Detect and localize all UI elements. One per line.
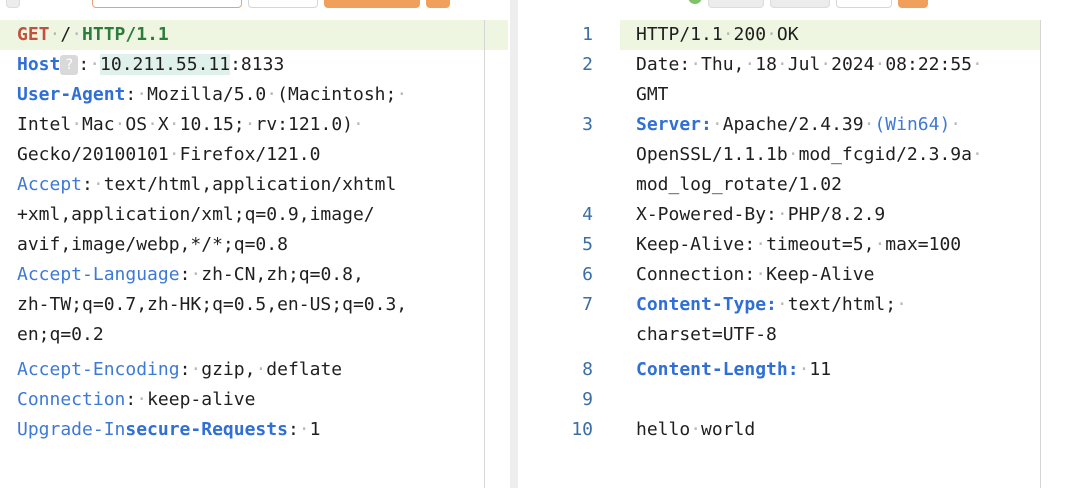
header-value: Apache/2.4.39· [722,114,875,135]
connection-line: Connection:·keep-alive [17,389,256,410]
line-number: 8 [582,359,593,380]
header-value: keep-alive [147,389,256,410]
toolbar-button[interactable] [770,0,830,8]
toolbar-button[interactable] [6,0,20,8]
header-value: 1 [309,419,321,440]
user-agent-line-cont: Intel·Mac·OS·X·10.15;·rv:121.0)· [17,114,364,135]
accept-encoding-line: Accept-Encoding:·gzip,·deflate [17,359,343,380]
accept-line: Accept:·text/html,application/xhtml [17,174,397,195]
date-line-cont: GMT [636,84,669,105]
header-value: gzip,·deflate [201,359,343,380]
accept-language-line-cont: en;q=0.2 [17,324,104,345]
status-icon [688,0,702,4]
line-number: 6 [582,264,593,285]
toolbar-button[interactable] [426,0,450,8]
accept-language-line: Accept-Language:·zh-CN,zh;q=0.8, [17,264,364,285]
toolbar-button[interactable] [92,0,242,8]
header-key-bold: secure-Requests [125,419,288,440]
response-toolbar [688,0,928,8]
response-viewer[interactable]: 1 2 3 4 5 6 7 8 9 10 HTTP/1.1·200·OK Dat… [518,0,1080,488]
request-editor[interactable]: GET·/·HTTP/1.1 Host?:·10.211.55.11:8133 … [0,0,510,488]
server-line-cont: mod_log_rotate/1.02 [636,174,842,195]
host-ip: 10.211.55.11 [100,54,231,75]
accept-language-line-cont: zh-TW;q=0.7,zh-HK;q=0.5,en-US;q=0.3, [17,294,408,315]
header-key: Content-Length: [636,359,799,380]
editor-scrollbar[interactable] [484,20,485,488]
header-key: Host [17,54,61,75]
line-number: 5 [582,234,593,255]
line-number: 10 [571,419,593,440]
host-port: :8133 [230,54,285,75]
header-value-token: (Win64) [874,114,951,135]
toolbar-button[interactable] [248,0,318,8]
request-line: GET·/·HTTP/1.1 [17,24,169,45]
content-type-line-cont: charset=UTF-8 [636,324,777,345]
header-value: Mozilla/5.0·(Macintosh;· [147,84,408,105]
header-value: text/html;· [787,294,907,315]
server-line-cont: OpenSSL/1.1.1b·mod_fcgid/2.3.9a· [636,144,983,165]
line-number: 3 [582,114,593,135]
toolbar-button[interactable] [324,0,420,8]
request-toolbar [6,0,450,8]
header-key: Content-Type: [636,294,777,315]
response-body: hello·world [636,419,756,440]
content-type-line: Content-Type:·text/html;· [636,294,907,315]
header-key: Server: [636,114,712,135]
toolbar-button[interactable] [898,0,928,8]
powered-by-line: X-Powered-By:·PHP/8.2.9 [636,204,886,225]
server-line: Server:·Apache/2.4.39·(Win64)· [636,114,962,135]
line-number: 1 [582,24,593,45]
help-badge[interactable]: ? [60,55,79,75]
accept-line-cont: +xml,application/xml;q=0.9,image/ [17,204,375,225]
toolbar-button[interactable] [836,0,892,8]
header-value: zh-CN,zh;q=0.8, [201,264,364,285]
accept-line-cont: avif,image/webp,*/*;q=0.8 [17,234,288,255]
request-path: / [60,24,72,45]
line-number: 9 [582,389,593,410]
status-line: HTTP/1.1·200·OK [636,24,799,45]
http-method: GET [17,24,50,45]
header-key: User-Agent [17,84,126,105]
host-line: Host?:·10.211.55.11:8133 [17,54,285,75]
pane-splitter[interactable] [510,0,518,488]
viewer-scrollbar[interactable] [1040,20,1041,488]
upgrade-insecure-line: Upgrade-Insecure-Requests:·1 [17,419,321,440]
connection-line: Connection:·Keep-Alive [636,264,875,285]
line-number: 2 [582,54,593,75]
user-agent-line: User-Agent:·Mozilla/5.0·(Macintosh;· [17,84,408,105]
user-agent-line-cont: Gecko/20100101·Firefox/121.0 [17,144,321,165]
line-number: 4 [582,204,593,225]
header-key: Accept-Encoding [17,359,180,380]
http-version: HTTP/1.1 [82,24,169,45]
keep-alive-line: Keep-Alive:·timeout=5,·max=100 [636,234,962,255]
content-length-line: Content-Length:·11 [636,359,832,380]
header-key: Accept [17,174,83,195]
header-key: Connection [17,389,126,410]
line-number: 7 [582,294,593,315]
header-value: text/html,application/xhtml [103,174,397,195]
toolbar-button[interactable] [708,0,764,8]
date-line: Date:·Thu,·18·Jul·2024·08:22:55· [636,54,983,75]
header-key: Upgrade-In [17,419,126,440]
header-value: 11 [809,359,832,380]
header-key: Accept-Language [17,264,180,285]
